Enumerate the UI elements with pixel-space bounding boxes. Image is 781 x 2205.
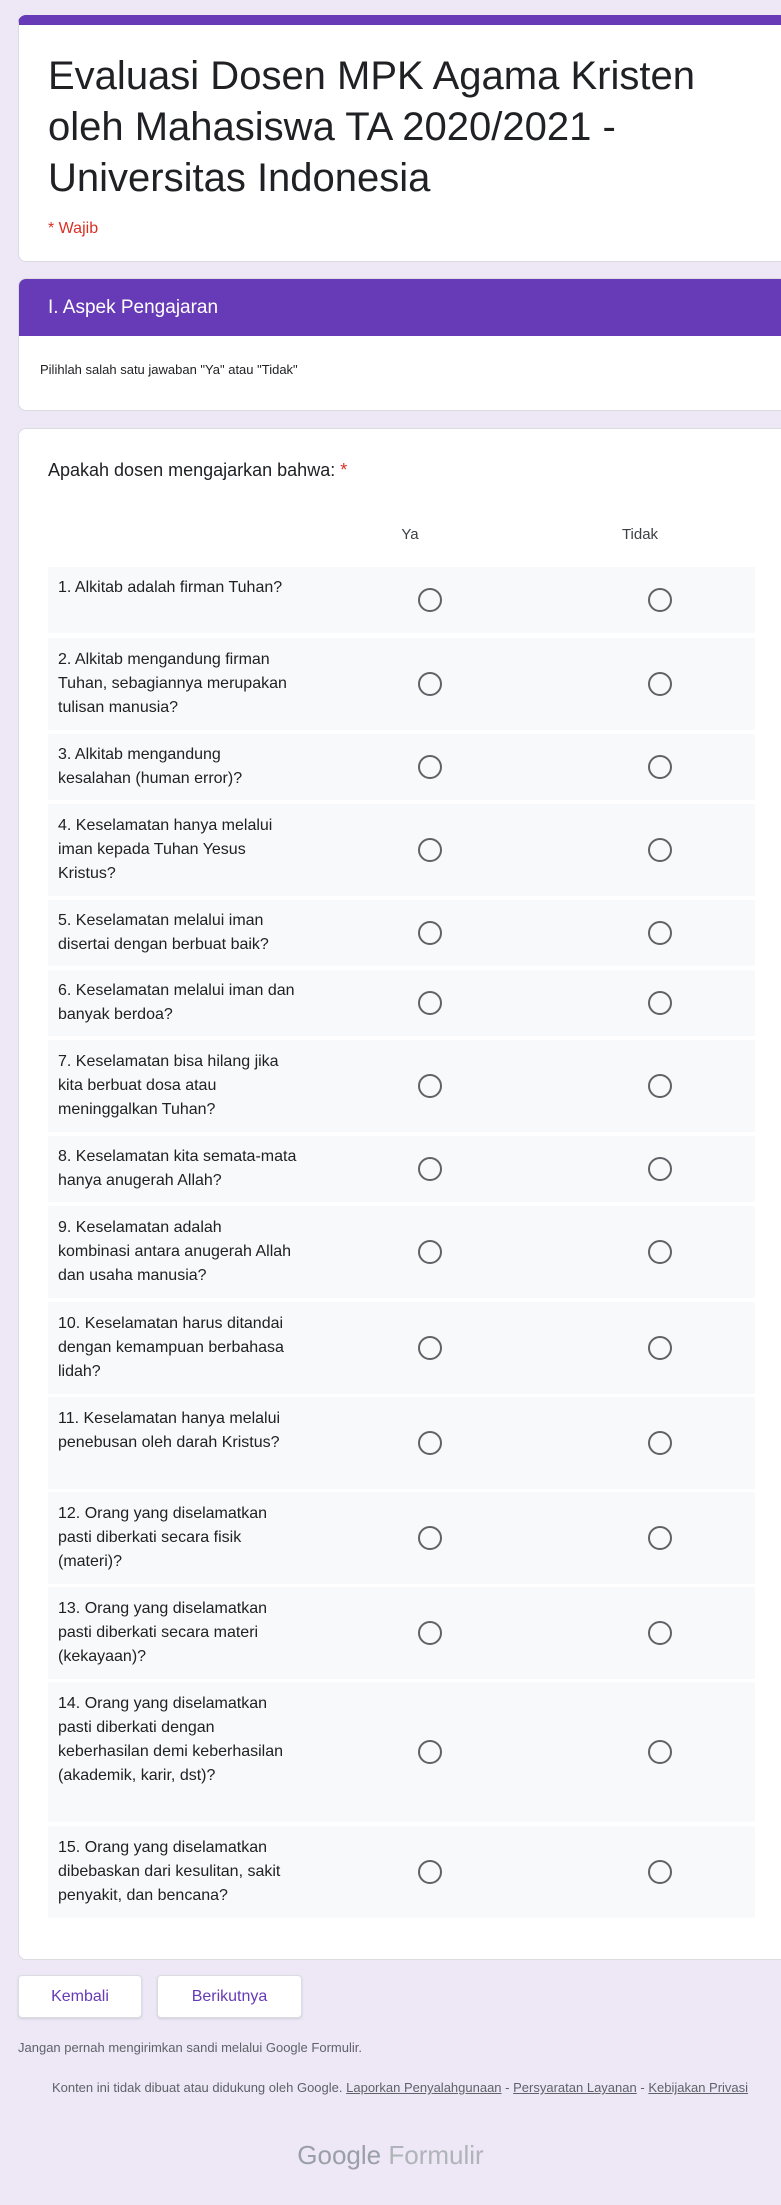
radio-ya[interactable] — [418, 1336, 442, 1360]
grid-row-label: 8. Keselamatan kita semata-mata hanya an… — [58, 1148, 297, 1189]
grid-row: 5. Keselamatan melalui iman disertai den… — [48, 900, 755, 966]
grid-row: 13. Orang yang diselamatkan pasti diberk… — [48, 1587, 755, 1679]
grid-row-label: 9. Keselamatan adalah kombinasi antara a… — [58, 1219, 292, 1284]
grid-row-label: 14. Orang yang diselamatkan pasti diberk… — [58, 1695, 284, 1784]
grid-row-label: 10. Keselamatan harus ditandai dengan ke… — [58, 1315, 284, 1380]
column-header-ya: Ya — [401, 526, 419, 543]
grid-row-label: 5. Keselamatan melalui iman disertai den… — [58, 912, 269, 953]
required-asterisk: * — [340, 460, 348, 480]
grid-row-label: 2. Alkitab mengandung firman Tuhan, seba… — [58, 651, 287, 716]
form-header-card: Evaluasi Dosen MPK Agama Kristen oleh Ma… — [18, 15, 781, 262]
grid-row-label: 3. Alkitab mengandung kesalahan (human e… — [58, 746, 243, 787]
radio-tidak[interactable] — [648, 921, 672, 945]
grid-row: 4. Keselamatan hanya melalui iman kepada… — [48, 804, 755, 896]
grid-row: 11. Keselamatan hanya melalui penebusan … — [48, 1397, 755, 1489]
grid-row-label: 4. Keselamatan hanya melalui iman kepada… — [58, 817, 273, 882]
separator: - — [640, 2080, 645, 2095]
radio-tidak[interactable] — [648, 991, 672, 1015]
grid-row: 3. Alkitab mengandung kesalahan (human e… — [48, 734, 755, 800]
grid-row-label: 7. Keselamatan bisa hilang jika kita ber… — [58, 1053, 279, 1118]
question-card: Apakah dosen mengajarkan bahwa: * Ya Tid… — [18, 428, 781, 1960]
grid-row-label: 13. Orang yang diselamatkan pasti diberk… — [58, 1600, 268, 1665]
grid-row: 6. Keselamatan melalui iman dan banyak b… — [48, 970, 755, 1036]
grid-row: 1. Alkitab adalah firman Tuhan? — [48, 567, 755, 633]
google-forms-logo[interactable]: Google Formulir — [0, 2140, 781, 2171]
grid-row: 9. Keselamatan adalah kombinasi antara a… — [48, 1206, 755, 1298]
radio-ya[interactable] — [418, 1621, 442, 1645]
form-title: Evaluasi Dosen MPK Agama Kristen oleh Ma… — [48, 54, 695, 200]
grid-row: 2. Alkitab mengandung firman Tuhan, seba… — [48, 638, 755, 730]
required-note: * Wajib — [48, 220, 99, 237]
radio-ya[interactable] — [418, 1740, 442, 1764]
footer-disclaimer: Konten ini tidak dibuat atau didukung ol… — [30, 2078, 770, 2097]
radio-tidak[interactable] — [648, 1074, 672, 1098]
radio-ya[interactable] — [418, 921, 442, 945]
terms-link[interactable]: Persyaratan Layanan — [513, 2080, 637, 2095]
section-description: Pilihlah salah satu jawaban "Ya" atau "T… — [40, 362, 298, 377]
grid-row: 12. Orang yang diselamatkan pasti diberk… — [48, 1492, 755, 1584]
question-title: Apakah dosen mengajarkan bahwa: * — [48, 460, 347, 481]
radio-tidak[interactable] — [648, 1740, 672, 1764]
grid-row-label: 15. Orang yang diselamatkan dibebaskan d… — [58, 1839, 281, 1904]
next-button[interactable]: Berikutnya — [157, 1975, 302, 2018]
radio-ya[interactable] — [418, 1431, 442, 1455]
disclaimer-text: Konten ini tidak dibuat atau didukung ol… — [51, 2080, 343, 2095]
grid-row-label: 12. Orang yang diselamatkan pasti diberk… — [58, 1505, 268, 1570]
brand-forms: Formulir — [388, 2140, 484, 2170]
grid-row: 14. Orang yang diselamatkan pasti diberk… — [48, 1682, 755, 1822]
grid-row: 15. Orang yang diselamatkan dibebaskan d… — [48, 1826, 755, 1918]
back-button[interactable]: Kembali — [18, 1975, 142, 2018]
radio-tidak[interactable] — [648, 588, 672, 612]
grid-row: 8. Keselamatan kita semata-mata hanya an… — [48, 1136, 755, 1202]
radio-tidak[interactable] — [648, 1240, 672, 1264]
radio-tidak[interactable] — [648, 1860, 672, 1884]
radio-ya[interactable] — [418, 1157, 442, 1181]
radio-tidak[interactable] — [648, 838, 672, 862]
radio-ya[interactable] — [418, 1860, 442, 1884]
radio-ya[interactable] — [418, 1526, 442, 1550]
section-title: I. Aspek Pengajaran — [19, 279, 781, 336]
radio-ya[interactable] — [418, 588, 442, 612]
radio-tidak[interactable] — [648, 1431, 672, 1455]
radio-ya[interactable] — [418, 1240, 442, 1264]
section-card: I. Aspek Pengajaran Pilihlah salah satu … — [18, 278, 781, 411]
grid-row-label: 11. Keselamatan hanya melalui penebusan … — [58, 1410, 281, 1451]
grid-row-label: 6. Keselamatan melalui iman dan banyak b… — [58, 982, 295, 1023]
radio-ya[interactable] — [418, 991, 442, 1015]
question-title-text: Apakah dosen mengajarkan bahwa: — [48, 460, 336, 480]
radio-ya[interactable] — [418, 672, 442, 696]
grid-row: 7. Keselamatan bisa hilang jika kita ber… — [48, 1040, 755, 1132]
radio-ya[interactable] — [418, 755, 442, 779]
radio-tidak[interactable] — [648, 1157, 672, 1181]
password-warning: Jangan pernah mengirimkan sandi melalui … — [18, 2040, 362, 2055]
radio-tidak[interactable] — [648, 1526, 672, 1550]
grid-row: 10. Keselamatan harus ditandai dengan ke… — [48, 1302, 755, 1394]
radio-ya[interactable] — [418, 1074, 442, 1098]
separator: - — [505, 2080, 510, 2095]
radio-ya[interactable] — [418, 838, 442, 862]
grid-row-label: 1. Alkitab adalah firman Tuhan? — [58, 579, 283, 596]
radio-tidak[interactable] — [648, 1621, 672, 1645]
radio-tidak[interactable] — [648, 672, 672, 696]
brand-google: Google — [297, 2140, 382, 2170]
radio-tidak[interactable] — [648, 755, 672, 779]
column-header-tidak: Tidak — [621, 526, 659, 543]
privacy-link[interactable]: Kebijakan Privasi — [648, 2080, 748, 2095]
radio-tidak[interactable] — [648, 1336, 672, 1360]
report-abuse-link[interactable]: Laporkan Penyalahgunaan — [346, 2080, 501, 2095]
